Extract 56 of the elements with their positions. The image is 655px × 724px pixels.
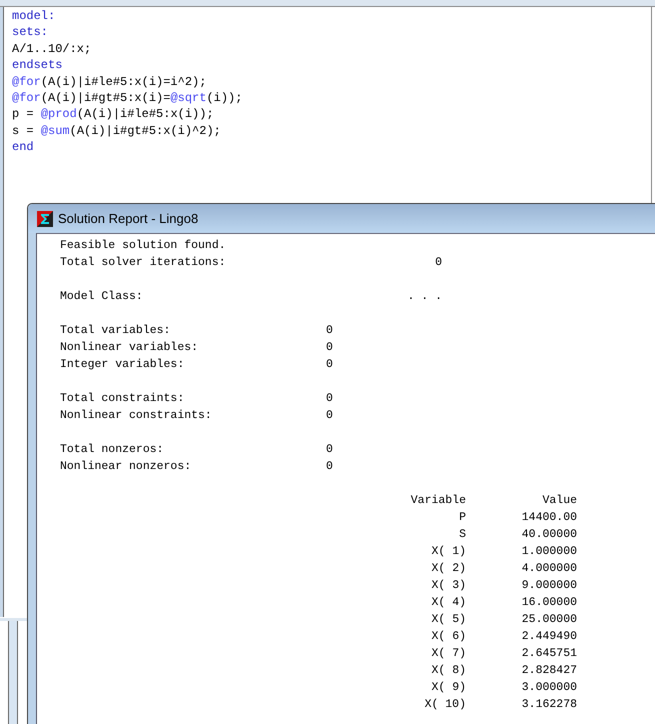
code-line: @for(A(i)|i#le#5:x(i)=i^2); <box>12 74 206 90</box>
variable-name: X( 1) <box>430 544 466 560</box>
code-line: sets: <box>12 24 48 41</box>
variable-value: 3.000000 <box>520 680 577 696</box>
variable-name: P <box>458 510 466 526</box>
report-label: Total nonzeros: <box>60 443 164 456</box>
report-value: 0 <box>326 408 333 424</box>
code-line: @for(A(i)|i#gt#5:x(i)=@sqrt(i)); <box>12 90 242 106</box>
column-header: Value <box>541 493 577 509</box>
variable-value: 9.000000 <box>520 578 577 594</box>
variable-name: S <box>458 527 466 543</box>
variable-name: X( 4) <box>430 595 466 611</box>
code-line: p = @prod(A(i)|i#le#5:x(i)); <box>12 106 214 123</box>
code-line: endsets <box>12 57 62 74</box>
variable-value: 2.449490 <box>520 629 577 645</box>
variable-value: 25.00000 <box>520 612 577 628</box>
variable-name: X( 6) <box>430 629 466 645</box>
variable-value: 16.00000 <box>520 595 577 611</box>
sigma-icon <box>37 210 53 226</box>
report-label: Model Class: <box>60 290 143 303</box>
variable-name: X( 7) <box>430 646 466 662</box>
code-line: s = @sum(A(i)|i#gt#5:x(i)^2); <box>12 122 221 140</box>
report-value: 0 <box>326 340 333 356</box>
report-label: Nonlinear nonzeros: <box>60 460 192 473</box>
report-value: 0 <box>326 442 333 458</box>
code-line: A/1..10/:x; <box>12 40 92 58</box>
variable-value: 4.000000 <box>520 561 577 577</box>
variable-name: X( 5) <box>430 612 466 628</box>
variable-name: X( 8) <box>430 663 466 679</box>
report-label: Total variables: <box>60 324 170 337</box>
report-value: 0 <box>326 391 333 407</box>
variable-name: X( 10) <box>424 697 466 713</box>
report-label: Nonlinear constraints: <box>60 409 212 422</box>
report-value: 0 <box>326 459 333 475</box>
report-value: 0 <box>434 255 442 271</box>
code-line: end <box>12 139 34 156</box>
variable-value: 2.828427 <box>520 663 577 679</box>
variable-name: X( 3) <box>430 578 466 594</box>
report-value: 0 <box>326 323 333 339</box>
window-title: Solution Report - Lingo8 <box>58 211 198 226</box>
report-label: Integer variables: <box>60 358 184 371</box>
variable-value: 40.00000 <box>520 527 577 543</box>
variable-value: 14400.00 <box>520 510 577 526</box>
report-label: Total constraints: <box>60 392 184 405</box>
report-value: . . . <box>406 289 442 305</box>
variable-value: 1.000000 <box>520 544 577 560</box>
report-label: Nonlinear variables: <box>60 341 198 354</box>
variable-value: 3.162278 <box>520 697 577 713</box>
column-header: Variable <box>410 493 466 509</box>
variable-value: 2.645751 <box>520 646 577 662</box>
variable-name: X( 9) <box>430 680 466 696</box>
variable-name: X( 2) <box>430 561 466 577</box>
report-label: Total solver iterations: <box>60 256 226 269</box>
report-value: 0 <box>326 357 333 373</box>
report-label: Feasible solution found. <box>60 239 226 252</box>
code-line: model: <box>12 8 56 24</box>
